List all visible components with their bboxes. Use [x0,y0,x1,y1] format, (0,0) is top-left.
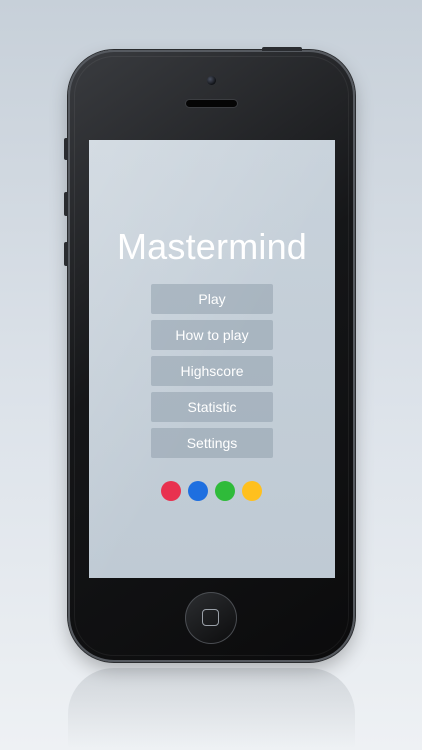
play-button[interactable]: Play [151,284,273,314]
mute-switch [64,138,68,160]
home-button-icon [202,609,219,626]
front-camera-icon [207,76,216,85]
statistic-button[interactable]: Statistic [151,392,273,422]
settings-button[interactable]: Settings [151,428,273,458]
app-title: Mastermind [116,226,308,267]
phone-reflection [68,668,355,748]
color-pegs [161,481,263,501]
highscore-button[interactable]: Highscore [151,356,273,386]
how-to-play-button[interactable]: How to play [151,320,273,350]
app-screen: Mastermind Play How to play Highscore St… [89,140,335,578]
blue-peg-icon [188,481,208,501]
volume-down-button [64,242,68,266]
red-peg-icon [161,481,181,501]
main-menu: Play How to play Highscore Statistic Set… [151,284,273,464]
earpiece-speaker [186,100,237,107]
volume-up-button [64,192,68,216]
yellow-peg-icon [242,481,262,501]
green-peg-icon [215,481,235,501]
power-button [262,47,302,51]
home-button[interactable] [185,592,237,644]
